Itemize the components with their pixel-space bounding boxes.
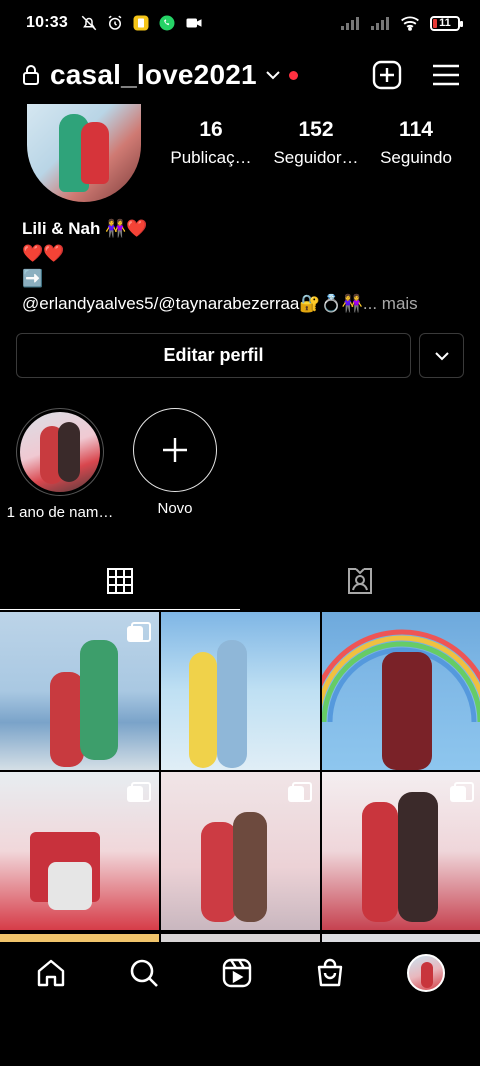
carousel-icon <box>127 782 151 802</box>
post-thumbnail[interactable] <box>322 612 480 770</box>
stat-posts-label: Publicaç… <box>170 148 252 167</box>
plus-icon <box>161 436 189 464</box>
bio-more-link[interactable]: ... mais <box>363 294 418 313</box>
whatsapp-icon <box>158 14 176 32</box>
alarm-icon <box>106 14 124 32</box>
battery-indicator: 11 <box>430 15 463 31</box>
profile-avatar[interactable] <box>27 104 141 202</box>
bio-line-2: ❤️❤️ <box>22 244 65 263</box>
video-camera-icon <box>184 14 204 32</box>
profile-actions: Editar perfil <box>16 333 464 378</box>
menu-icon[interactable] <box>432 63 460 87</box>
reels-icon[interactable] <box>221 957 253 989</box>
app-notification-icon <box>132 14 150 32</box>
tagged-icon <box>345 566 375 596</box>
suggested-accounts-button[interactable] <box>419 333 464 378</box>
carousel-icon <box>288 782 312 802</box>
profile-top-bar: casal_love2021 <box>0 52 480 98</box>
battery-level: 11 <box>439 17 451 29</box>
stat-followers-count: 152 <box>298 118 334 141</box>
lock-icon <box>22 64 40 86</box>
post-thumbnail[interactable] <box>322 772 480 930</box>
tab-tagged[interactable] <box>240 552 480 610</box>
status-left-icons <box>80 14 204 32</box>
status-right-icons: 11 <box>340 15 463 31</box>
profile-avatar-nav[interactable] <box>407 954 446 992</box>
new-highlight[interactable]: Novo <box>115 408 235 517</box>
profile-name: Lili & Nah 👭❤️ <box>22 219 148 238</box>
stat-following-count: 114 <box>399 118 433 141</box>
posts-grid-next-row <box>0 934 480 942</box>
new-highlight-ring <box>133 408 217 492</box>
chevron-down-icon[interactable] <box>265 69 281 81</box>
stat-posts[interactable]: 16 Publicaç… <box>156 118 266 168</box>
home-icon[interactable] <box>35 957 67 989</box>
highlight-caption: 1 ano de nam… <box>6 504 114 521</box>
highlight-cover <box>20 412 100 492</box>
bio-line-4[interactable]: @erlandyaalves5/@taynarabezerraa🔐💍👭 <box>22 294 363 313</box>
create-post-icon[interactable] <box>372 60 402 90</box>
status-bar: 10:33 11 <box>0 0 480 46</box>
post-thumbnail[interactable] <box>0 612 159 770</box>
profile-username[interactable]: casal_love2021 <box>50 59 257 91</box>
tab-posts-grid[interactable] <box>0 552 240 610</box>
grid-icon <box>106 567 134 595</box>
signal-icon-2 <box>370 15 390 31</box>
notification-dot <box>288 70 298 80</box>
signal-icon <box>340 15 360 31</box>
status-time: 10:33 <box>26 14 68 31</box>
stat-following[interactable]: 114 Seguindo <box>366 118 466 168</box>
chevron-down-icon <box>434 351 450 361</box>
posts-grid <box>0 612 480 930</box>
edit-profile-button[interactable]: Editar perfil <box>16 333 411 378</box>
stat-posts-count: 16 <box>199 118 223 141</box>
stat-followers[interactable]: 152 Seguidor… <box>266 118 366 168</box>
bio-line-3: ➡️ <box>22 269 44 288</box>
carousel-icon <box>450 782 474 802</box>
stat-followers-label: Seguidor… <box>273 148 359 167</box>
profile-stats: 16 Publicaç… 152 Seguidor… 114 Seguindo <box>160 118 470 168</box>
shop-icon[interactable] <box>314 957 346 989</box>
search-icon[interactable] <box>128 957 160 989</box>
post-thumbnail[interactable] <box>161 772 320 930</box>
bottom-nav <box>0 942 480 1004</box>
new-highlight-caption: Novo <box>157 500 193 517</box>
profile-tabs <box>0 552 480 610</box>
profile-bio: Lili & Nah 👭❤️ ❤️❤️ ➡️ @erlandyaalves5/@… <box>22 216 472 316</box>
story-highlight[interactable]: 1 ano de nam… <box>0 408 120 521</box>
carousel-icon <box>127 622 151 642</box>
highlight-ring <box>16 408 104 496</box>
post-thumbnail[interactable] <box>0 772 159 930</box>
wifi-icon <box>400 15 420 31</box>
stat-following-label: Seguindo <box>380 148 452 167</box>
post-thumbnail[interactable] <box>161 612 320 770</box>
mute-notification-icon <box>80 14 98 32</box>
